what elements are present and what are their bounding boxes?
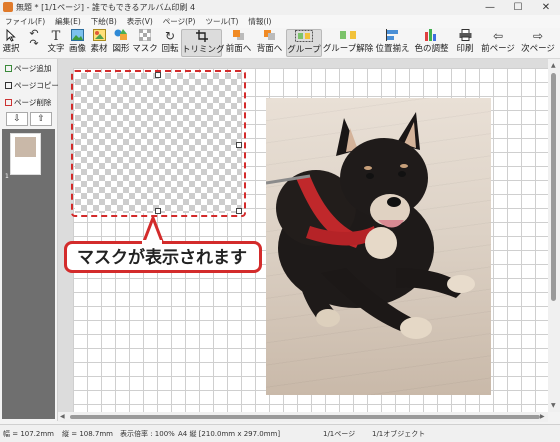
text-button[interactable]: T 文字 xyxy=(45,29,67,57)
menu-tools[interactable]: ツール(T) xyxy=(200,15,243,28)
cursor-icon xyxy=(0,28,22,44)
status-bar: 幅 = 107.2mm 縦 = 108.7mm 表示倍率 : 100% A4 縦… xyxy=(0,424,560,442)
prev-page-button[interactable]: ⇦ 前ページ xyxy=(478,29,518,57)
group-button[interactable]: グループ xyxy=(286,29,322,57)
rotate-button[interactable]: ↻ 回転 xyxy=(159,29,181,57)
menu-file[interactable]: ファイル(F) xyxy=(0,15,50,28)
callout-text: マスクが表示されます xyxy=(77,248,247,268)
resize-handle-bottom-right[interactable] xyxy=(236,208,242,214)
arrow-down-icon: ⇩ xyxy=(13,114,21,124)
menu-background[interactable]: 下絵(B) xyxy=(86,15,122,28)
ungroup-button[interactable]: グループ解除 xyxy=(322,29,374,57)
page-thumbnails: 1 xyxy=(2,129,55,419)
copy-page-button[interactable]: ページコピー xyxy=(2,79,59,93)
callout-box: マスクが表示されます xyxy=(64,241,262,273)
arrow-right-icon: ⇨ xyxy=(532,29,544,43)
menu-bar: ファイル(F) 編集(E) 下絵(B) 表示(V) ページ(P) ツール(T) … xyxy=(0,15,560,28)
dog-illustration xyxy=(266,112,475,339)
status-height: 縦 = 108.7mm xyxy=(62,430,113,438)
menu-page[interactable]: ページ(P) xyxy=(158,15,201,28)
bring-front-button[interactable]: 前面へ xyxy=(223,29,254,57)
thumbnail-image xyxy=(15,137,36,157)
vertical-scrollbar[interactable]: ▲ ▼ xyxy=(548,59,560,412)
next-page-button[interactable]: ⇨ 次ページ xyxy=(518,29,558,57)
thumbnail-page-number: 1 xyxy=(5,173,9,180)
align-button[interactable]: 位置揃え xyxy=(374,29,411,57)
scroll-up-icon[interactable]: ▲ xyxy=(551,62,556,69)
scroll-left-icon[interactable]: ◀ xyxy=(60,413,65,420)
shape-button[interactable]: 図形 xyxy=(110,29,132,57)
add-page-button[interactable]: ページ追加 xyxy=(2,62,56,76)
window-title: 無題 * [1/1ページ] - 誰でもできるアルバム印刷 4 xyxy=(16,3,196,12)
mask-icon xyxy=(132,28,158,44)
print-button[interactable]: 印刷 xyxy=(453,29,477,57)
maximize-button[interactable]: ☐ xyxy=(504,0,532,15)
title-bar: 無題 * [1/1ページ] - 誰でもできるアルバム印刷 4 — ☐ ✕ xyxy=(0,0,560,15)
dog-photo[interactable] xyxy=(266,98,491,395)
add-page-icon xyxy=(5,65,12,72)
color-adjust-button[interactable]: 色の調整 xyxy=(411,29,452,57)
printer-icon xyxy=(453,29,477,44)
status-page: 1/1ページ xyxy=(323,430,356,438)
move-page-up-button[interactable]: ⇧ xyxy=(30,112,52,126)
color-bars-icon xyxy=(411,29,452,44)
resize-handle-top[interactable] xyxy=(155,72,161,78)
bring-front-icon xyxy=(223,29,254,44)
app-icon xyxy=(3,2,13,12)
resize-handle-right[interactable] xyxy=(236,142,242,148)
arrow-left-icon: ⇦ xyxy=(492,29,504,43)
menu-view[interactable]: 表示(V) xyxy=(122,15,158,28)
minimize-button[interactable]: — xyxy=(476,0,504,15)
page-panel: ページ追加 ページコピー ページ削除 ⇩ ⇧ 1 xyxy=(0,59,59,421)
status-paper: A4 縦 [210.0mm x 297.0mm] xyxy=(178,430,281,438)
ungroup-icon xyxy=(322,29,374,44)
arrow-up-icon: ⇧ xyxy=(37,114,45,124)
window-controls: — ☐ ✕ xyxy=(476,0,560,15)
send-back-button[interactable]: 背面へ xyxy=(254,29,285,57)
status-zoom: 表示倍率 : 100% xyxy=(120,430,175,438)
material-button[interactable]: 素材 xyxy=(88,29,110,57)
send-back-icon xyxy=(254,29,285,44)
menu-edit[interactable]: 編集(E) xyxy=(50,15,86,28)
horizontal-scroll-thumb[interactable] xyxy=(70,415,540,419)
undo-icon: ↶ ↷ xyxy=(29,27,39,50)
align-icon xyxy=(374,29,411,44)
image-icon xyxy=(67,29,88,44)
trim-button[interactable]: トリミング xyxy=(181,29,225,57)
text-tool-icon: T xyxy=(51,29,61,44)
menu-info[interactable]: 情報(I) xyxy=(243,15,276,28)
mask-highlight-frame xyxy=(71,70,246,217)
shapes-icon xyxy=(110,29,132,44)
delete-page-icon xyxy=(5,99,12,106)
group-icon xyxy=(287,30,321,45)
crop-icon xyxy=(182,30,221,45)
copy-page-icon xyxy=(5,82,12,89)
delete-page-button[interactable]: ページ削除 xyxy=(2,96,56,110)
status-object: 1/1オブジェクト xyxy=(372,430,426,438)
vertical-scroll-thumb[interactable] xyxy=(551,73,556,301)
horizontal-scrollbar[interactable]: ◀ ▶ xyxy=(58,412,548,422)
status-width: 幅 = 107.2mm xyxy=(3,430,54,438)
select-button[interactable]: 選択 xyxy=(0,28,22,57)
resize-handle-bottom[interactable] xyxy=(155,208,161,214)
image-button[interactable]: 画像 xyxy=(67,29,88,57)
callout-joint xyxy=(142,240,162,244)
toolbar: 選択 ↶ ↷ T 文字 画像 素材 図形 マスク ↻ 回転 トリミング 前面へ … xyxy=(0,28,560,59)
mask-button[interactable]: マスク xyxy=(132,28,158,57)
scroll-down-icon[interactable]: ▼ xyxy=(551,402,556,409)
close-button[interactable]: ✕ xyxy=(532,0,560,15)
rotate-icon: ↻ xyxy=(164,29,176,43)
move-page-down-button[interactable]: ⇩ xyxy=(6,112,28,126)
scroll-right-icon[interactable]: ▶ xyxy=(540,413,545,420)
page-thumbnail[interactable] xyxy=(10,133,41,175)
undo-redo-buttons[interactable]: ↶ ↷ xyxy=(23,27,45,57)
material-icon xyxy=(88,29,110,44)
